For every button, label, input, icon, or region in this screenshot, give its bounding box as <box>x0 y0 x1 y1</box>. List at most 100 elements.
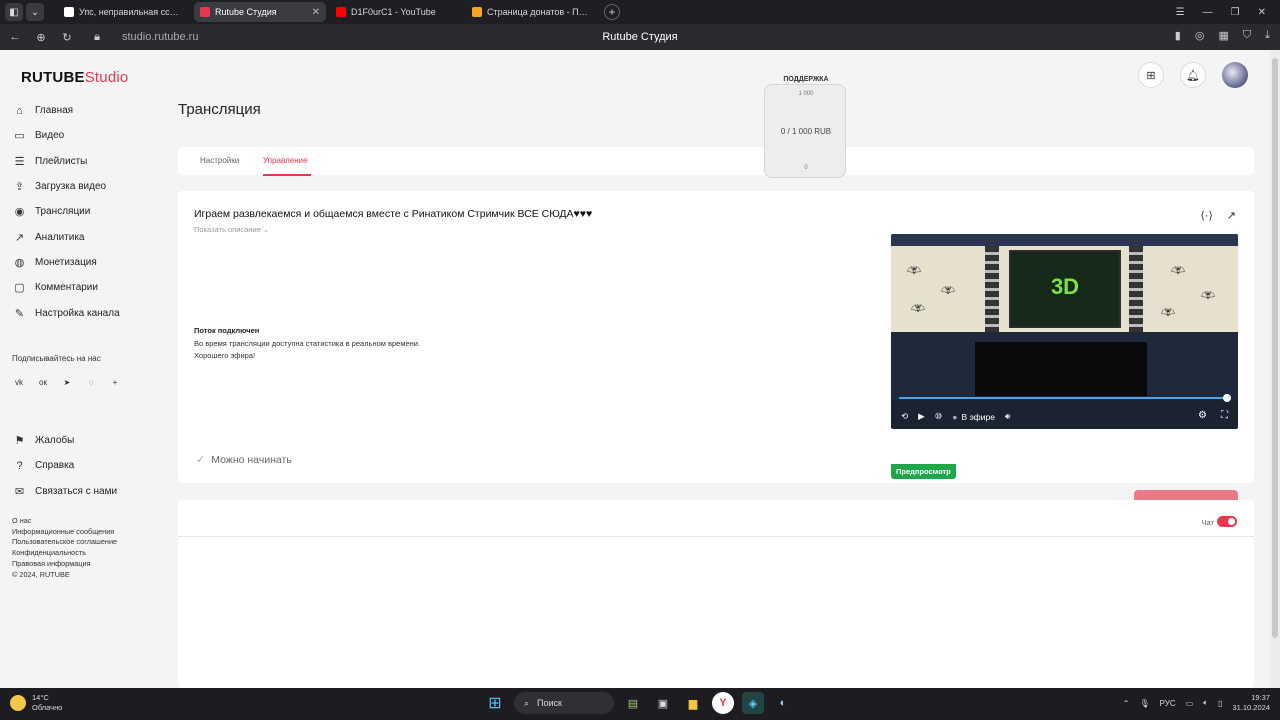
comment-icon: ▢ <box>14 282 25 295</box>
rutube-studio-logo[interactable]: RUTUBEStudio <box>21 69 128 86</box>
footer-link[interactable]: Конфиденциальность <box>12 548 117 559</box>
browser-menu-hamburger-icon[interactable]: ☰ <box>1176 7 1185 18</box>
card-actions: ⟨·⟩ ↗ <box>1201 209 1236 222</box>
avatar[interactable] <box>1222 62 1248 88</box>
donation-title: ПОДДЕРЖКА <box>783 76 829 83</box>
settings-wand-icon: ✎ <box>14 307 25 320</box>
vk-icon[interactable]: vk <box>12 375 26 389</box>
browser-tab[interactable]: Rutube Студия ✕ <box>194 2 326 22</box>
windows-start-icon[interactable]: ⊞ <box>484 692 506 714</box>
protect-icon[interactable]: ⊕ <box>30 31 52 44</box>
task-view-icon[interactable]: ▣ <box>652 692 674 714</box>
sidebar-item[interactable]: ↗ Аналитика <box>12 224 162 249</box>
download-icon[interactable]: ⤓ <box>1265 29 1270 42</box>
check-icon: ✓ <box>196 454 206 466</box>
tab-manage[interactable]: Управление <box>263 156 307 165</box>
coin-icon: ◍ <box>14 256 25 269</box>
close-window-icon[interactable]: ✕ <box>1258 7 1266 18</box>
back-icon[interactable]: ← <box>4 31 26 43</box>
weather-temp: 14°C <box>32 693 49 702</box>
volume-icon[interactable]: 🔊︎ <box>1005 411 1010 422</box>
sidebar-item[interactable]: ◍ Монетизация <box>12 250 162 275</box>
header-actions: ⊞ 🔔︎ <box>1138 62 1248 88</box>
stream-preview-player[interactable]: 🦇︎ 🦇︎ 🦇︎ 🦇︎ 🦇︎ 🦇︎ 3D ⟲ ▶ ⑩ ● В эфире 🔊︎ <box>891 234 1238 429</box>
player-progress-bar[interactable] <box>899 397 1230 399</box>
rewind-icon[interactable]: ⟲ <box>901 411 908 422</box>
footer-link[interactable]: Информационные сообщения <box>12 527 117 538</box>
browser-menu-icon[interactable]: ◧ <box>5 3 23 21</box>
yandex-browser-icon[interactable]: Y <box>712 692 734 714</box>
ok-icon[interactable]: ок <box>36 375 50 389</box>
browser-tab[interactable]: Упс, неправильная ссылка <box>58 2 190 22</box>
telegram-icon[interactable]: ➤ <box>60 375 74 389</box>
chat-toggle[interactable] <box>1217 516 1237 527</box>
widgets-icon[interactable]: ▤ <box>622 692 644 714</box>
page-scrollbar[interactable] <box>1270 50 1280 688</box>
maximize-icon[interactable]: ❐ <box>1231 7 1240 18</box>
network-icon[interactable]: ▭ <box>1186 699 1194 708</box>
add-content-icon[interactable]: ⊞ <box>1138 62 1164 88</box>
sidebar-item[interactable]: ◉ Трансляции <box>12 199 162 224</box>
donation-progress: 0 / 1 000 RUB <box>780 127 832 136</box>
sidebar-item[interactable]: ⇪ Загрузка видео <box>12 174 162 199</box>
browser-tab[interactable]: Страница донатов - Пане <box>466 2 598 22</box>
open-external-icon[interactable]: ↗ <box>1227 209 1236 222</box>
steam-icon[interactable]: ◐ <box>772 692 794 714</box>
sidebar-item[interactable]: ▢ Комментарии <box>12 275 162 300</box>
share-icon[interactable]: ⟨·⟩ <box>1201 209 1213 222</box>
new-tab-button[interactable]: + <box>604 4 620 20</box>
sidebar-item[interactable]: ▭ Видео <box>12 123 162 148</box>
notifications-bell-icon[interactable]: 🔔︎ <box>1180 62 1206 88</box>
protect-shield-icon[interactable]: ⛉ <box>1243 29 1251 42</box>
viber-icon[interactable]: ◌ <box>84 375 98 389</box>
sidebar-item[interactable]: ☰ Плейлисты <box>12 149 162 174</box>
tab-settings[interactable]: Настройки <box>200 156 239 165</box>
sidebar-item[interactable]: ? Справка <box>12 453 162 478</box>
footer-link[interactable]: Пользовательское соглашение <box>12 537 117 548</box>
forward-10-icon[interactable]: ⑩ <box>935 411 943 422</box>
language-indicator[interactable]: РУС <box>1160 699 1176 708</box>
address-bar: ← ⊕ ↻ 🔒︎ studio.rutube.ru Rutube Студия … <box>0 24 1280 50</box>
ready-status: ✓ Можно начинать <box>196 453 292 467</box>
close-tab-icon[interactable]: ✕ <box>312 7 320 18</box>
window-controls: ☰ — ❐ ✕ <box>1176 0 1280 24</box>
weather-widget[interactable]: 14°C Облачно <box>10 693 62 713</box>
reload-icon[interactable]: ↻ <box>56 31 78 44</box>
url-field[interactable]: studio.rutube.ru <box>122 31 198 43</box>
scrollbar-thumb[interactable] <box>1272 58 1278 638</box>
more-icon[interactable]: + <box>108 375 122 389</box>
footer-link[interactable]: О нас <box>12 516 117 527</box>
minimize-icon[interactable]: — <box>1203 7 1213 18</box>
preview-bat: 🦇︎ <box>1171 265 1185 277</box>
weather-condition: Облачно <box>32 703 63 712</box>
battery-icon[interactable]: ▯ <box>1218 699 1222 708</box>
chat-label: Чат <box>1201 518 1214 527</box>
bookmark-icon[interactable]: ▮ <box>1175 29 1181 42</box>
collections-icon[interactable]: ▦ <box>1218 29 1228 42</box>
browser-toolbar-icons: ▮ ◎ ▦ ⛉ ⤓ <box>1175 29 1270 42</box>
fullscreen-icon[interactable]: ⛶ <box>1221 410 1228 421</box>
sidebar-item[interactable]: ✎ Настройка канала <box>12 300 162 325</box>
browser-tab[interactable]: D1F0urC1 - YouTube <box>330 2 462 22</box>
sidebar-item-label: Загрузка видео <box>35 181 107 193</box>
play-icon[interactable]: ▶ <box>918 411 925 422</box>
extension-icon[interactable]: ◎ <box>1195 29 1205 42</box>
streaming-app-icon[interactable]: ◈ <box>742 692 764 714</box>
tab-list-chevron-icon[interactable]: ⌄ <box>26 3 44 21</box>
sidebar-item[interactable]: ⌂ Главная <box>12 98 162 123</box>
sidebar-item[interactable]: ✉ Связаться с нами <box>12 479 162 504</box>
sidebar-item[interactable]: ⚑ Жалобы <box>12 428 162 453</box>
show-description-link[interactable]: Показать описание ⌄ <box>194 225 269 234</box>
clock[interactable]: 19:37 31.10.2024 <box>1232 693 1270 713</box>
player-settings-gear-icon[interactable]: ⚙ <box>1198 410 1207 421</box>
speaker-icon[interactable]: 🔈︎ <box>1203 698 1208 708</box>
system-tray: ⌃ 🎙︎ РУС ▭ 🔈︎ ▯ 19:37 31.10.2024 <box>1123 693 1270 713</box>
tray-chevron-icon[interactable]: ⌃ <box>1123 699 1130 708</box>
preview-bat: 🦇︎ <box>1201 290 1215 302</box>
file-explorer-icon[interactable]: ▆ <box>682 692 704 714</box>
footer-link[interactable]: Правовая информация <box>12 559 117 570</box>
donation-goal-widget: ПОДДЕРЖКА 1 000 0 / 1 000 RUB 0 <box>764 76 846 178</box>
taskbar-search[interactable]: ⌕ Поиск <box>514 692 614 714</box>
microphone-icon[interactable]: 🎙︎ <box>1139 699 1149 708</box>
player-progress-knob[interactable] <box>1223 394 1231 402</box>
